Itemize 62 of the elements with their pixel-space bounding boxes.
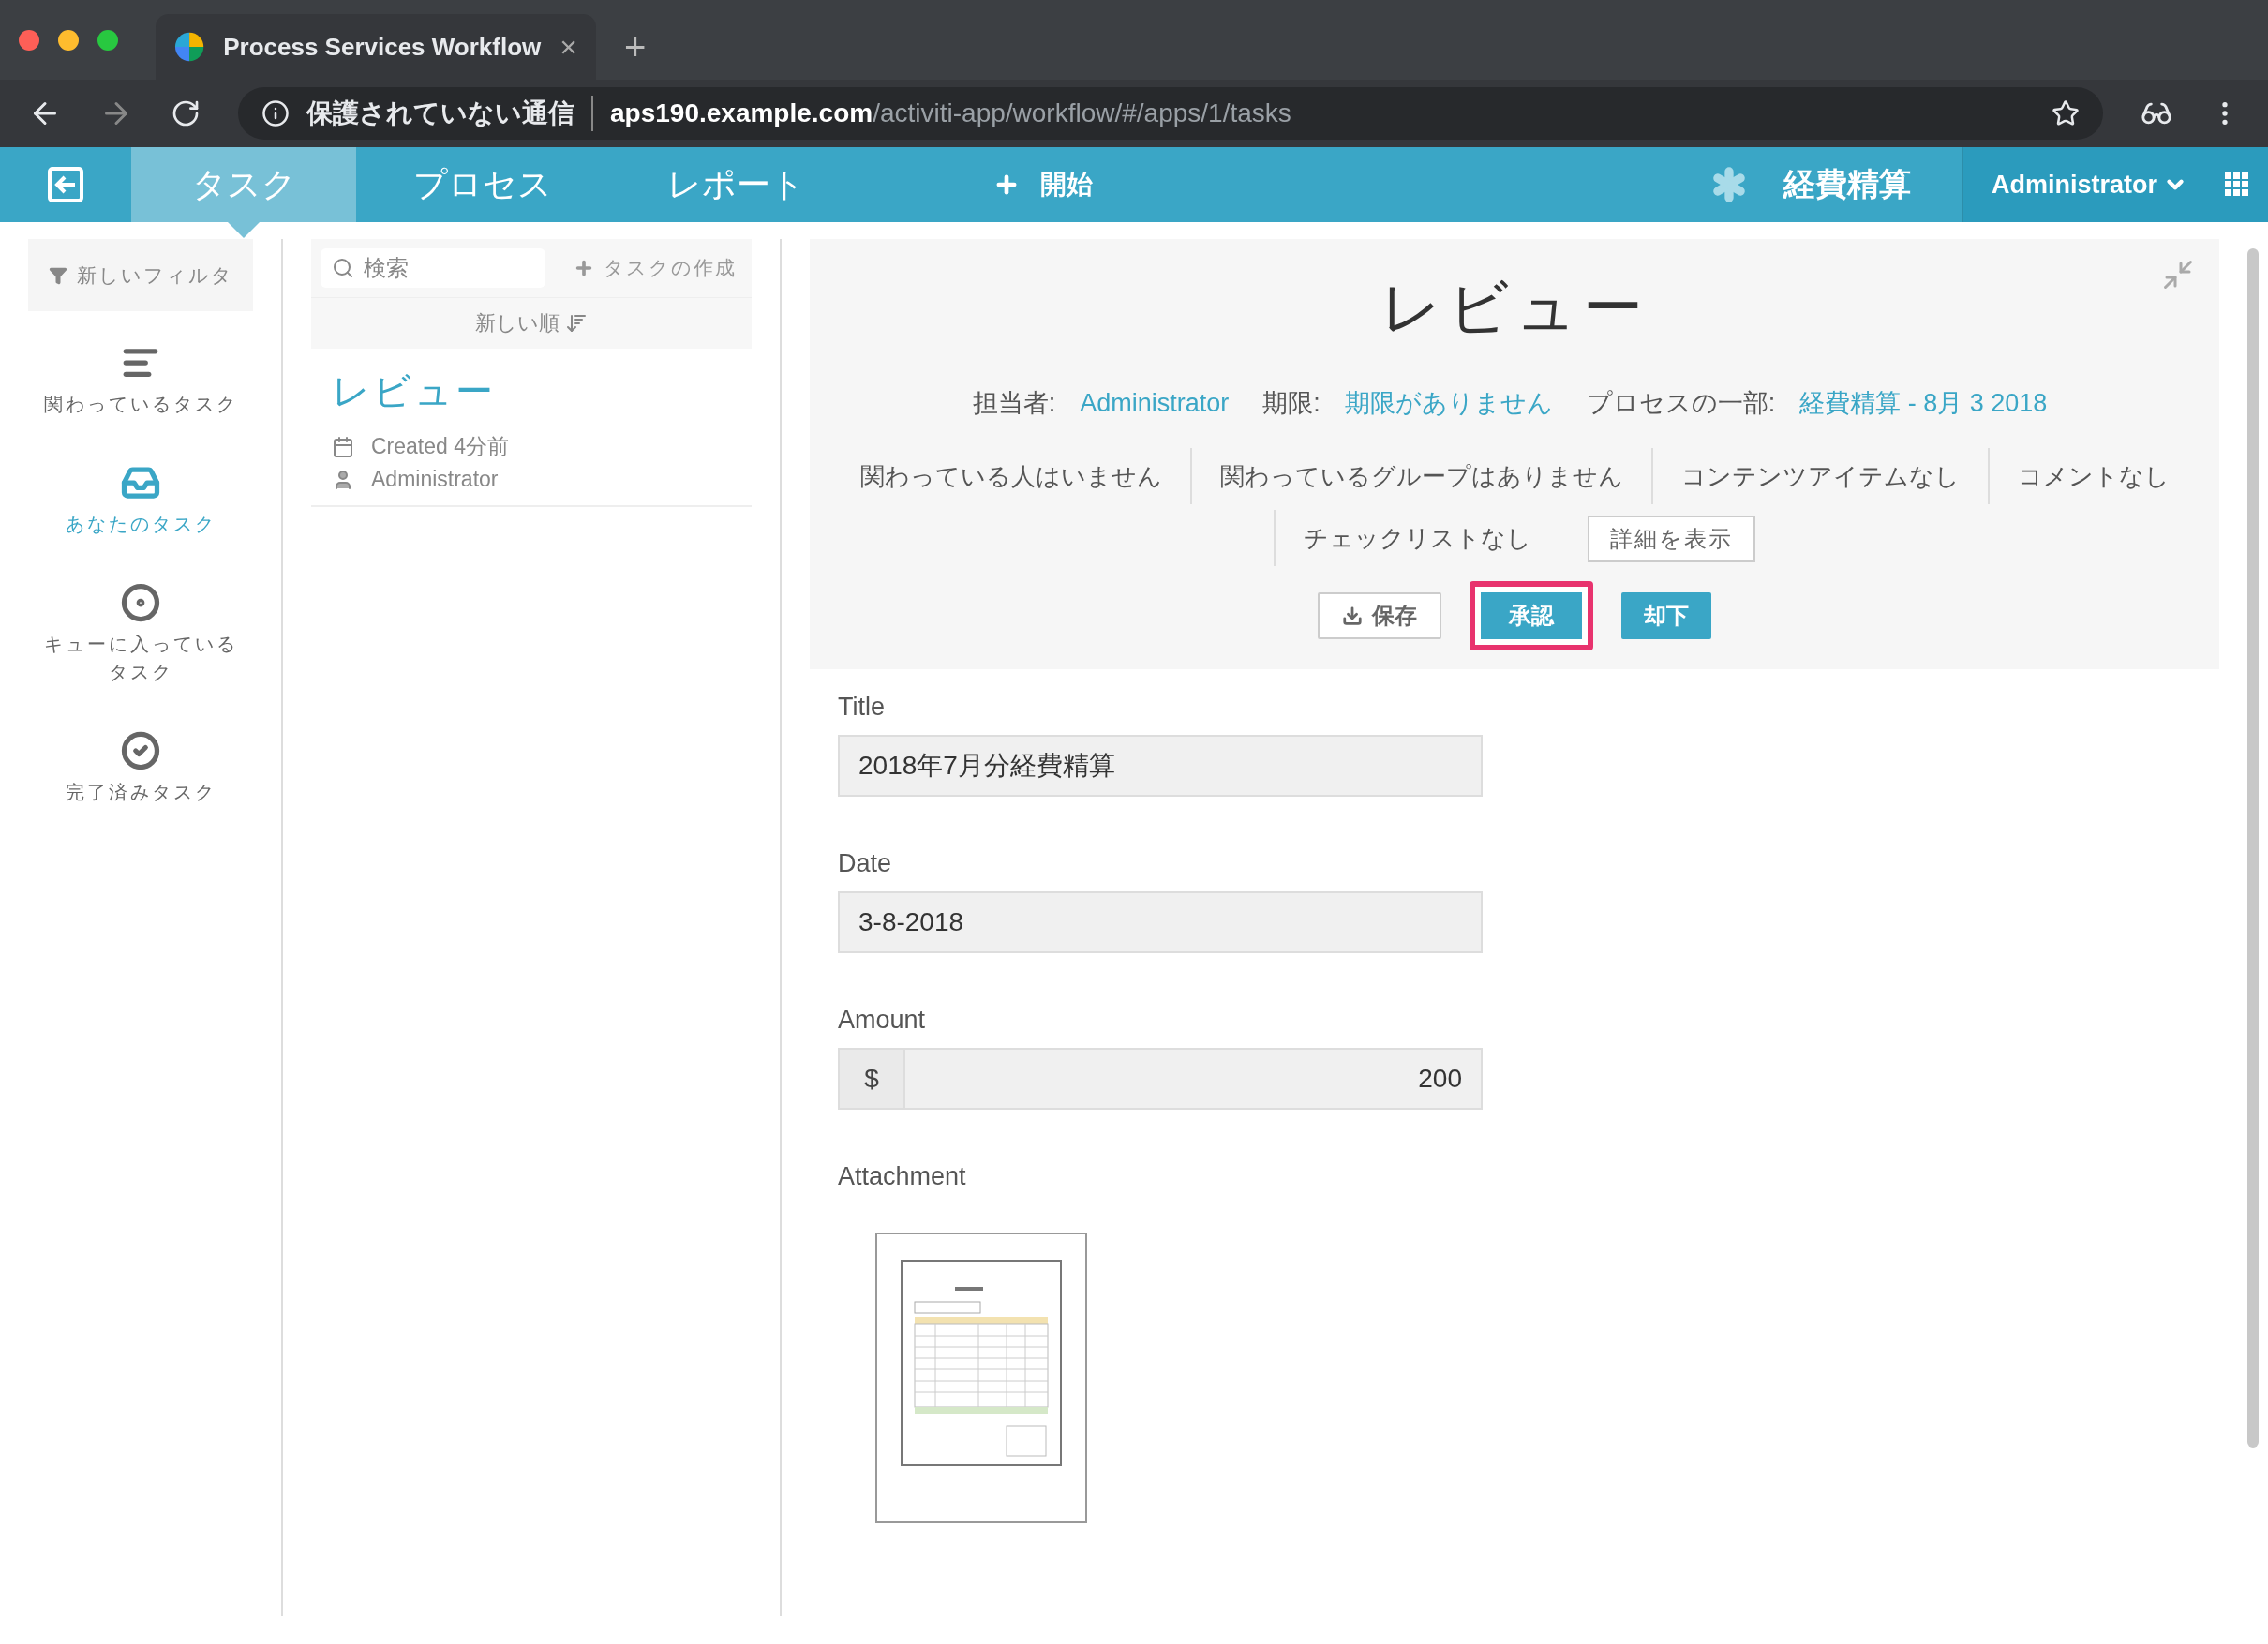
address-bar[interactable]: 保護されていない通信 aps190.example.com/activiti-app/workflow/#/apps/1/tasks: [238, 87, 2103, 140]
sidebar-item[interactable]: 完了済みタスク: [28, 718, 253, 819]
close-tab-button[interactable]: ×: [560, 29, 577, 65]
sort-icon: [565, 312, 588, 335]
minimize-window-icon[interactable]: [58, 29, 79, 51]
meta-label: プロセスの一部:: [1586, 388, 1776, 419]
task-item[interactable]: レビュー Created 4分前 Administrator: [311, 349, 752, 507]
back-to-apps-icon[interactable]: [47, 166, 84, 203]
assignee-text: Administrator: [371, 467, 499, 492]
close-window-icon[interactable]: [19, 29, 39, 51]
check-circle-icon: [121, 731, 160, 770]
grid-icon[interactable]: [2225, 172, 2249, 197]
action-button[interactable]: 却下: [1621, 592, 1711, 639]
sort-button[interactable]: 新しい順: [311, 297, 752, 349]
meta-label: 期限:: [1262, 388, 1321, 419]
nav-tab[interactable]: レポート: [609, 147, 862, 222]
input-field[interactable]: 3-8-2018: [838, 891, 1483, 953]
field-label: Amount: [838, 1006, 927, 1035]
currency-prefix: $: [838, 1048, 903, 1110]
task-title: レビュー: [332, 369, 497, 413]
start-button[interactable]: 開始: [993, 147, 1093, 222]
info-icon: [261, 99, 290, 127]
scrollbar[interactable]: [2247, 248, 2259, 1448]
bookmark-star-icon[interactable]: [2052, 99, 2080, 127]
calendar-icon: [332, 435, 354, 458]
new-tab-button[interactable]: +: [624, 26, 647, 68]
stat-text[interactable]: コメントなし: [1987, 448, 2198, 504]
input-field[interactable]: 2018年7月分経費精算: [838, 735, 1483, 797]
task-title: レビュー: [1380, 273, 1649, 343]
filter-icon: [48, 265, 67, 285]
sidebar-item[interactable]: キューに入っているタスク: [28, 570, 253, 699]
pinwheel-icon: [174, 31, 205, 63]
stat-text[interactable]: チェックリストなし: [1274, 510, 1559, 566]
field-label: Date: [838, 849, 893, 878]
target-icon: [121, 583, 160, 622]
user-menu[interactable]: Administrator: [1962, 147, 2216, 222]
stat-text[interactable]: コンテンツアイテムなし: [1650, 448, 1988, 504]
app-name: 経費精算: [1783, 165, 1911, 203]
browser-tab[interactable]: Process Services Workflow ×: [156, 14, 596, 80]
field-label: Attachment: [838, 1162, 967, 1191]
created-text: Created 4分前: [371, 433, 509, 460]
show-details-button[interactable]: 詳細を表示: [1588, 516, 1755, 562]
zoom-window-icon[interactable]: [97, 29, 118, 51]
nav-tab[interactable]: プロセス: [356, 147, 609, 222]
url-text: aps190.example.com/activiti-app/workflow/#/apps/1/tasks: [610, 98, 1291, 128]
download-icon: [1342, 605, 1363, 626]
reload-icon[interactable]: [171, 98, 201, 128]
new-filter-button[interactable]: 新しいフィルタ: [28, 239, 253, 311]
sidebar-item[interactable]: あなたのタスク: [28, 450, 253, 551]
stat-text[interactable]: 関わっている人はいません: [831, 448, 1190, 504]
security-label: 保護されていない通信: [306, 96, 593, 131]
meta-label: 担当者:: [972, 388, 1056, 419]
plus-icon: [574, 258, 594, 278]
search-icon: [332, 257, 354, 279]
input-field[interactable]: 200: [903, 1048, 1483, 1110]
search-field[interactable]: 検索: [321, 248, 545, 288]
stat-text[interactable]: 関わっているグループはありません: [1189, 448, 1651, 504]
tab-title: Process Services Workflow: [223, 32, 542, 62]
sidebar-item[interactable]: 関わっているタスク: [28, 330, 253, 431]
action-button[interactable]: 承認: [1470, 581, 1593, 650]
action-button[interactable]: 保存: [1318, 592, 1441, 639]
field-label: Title: [838, 693, 886, 722]
